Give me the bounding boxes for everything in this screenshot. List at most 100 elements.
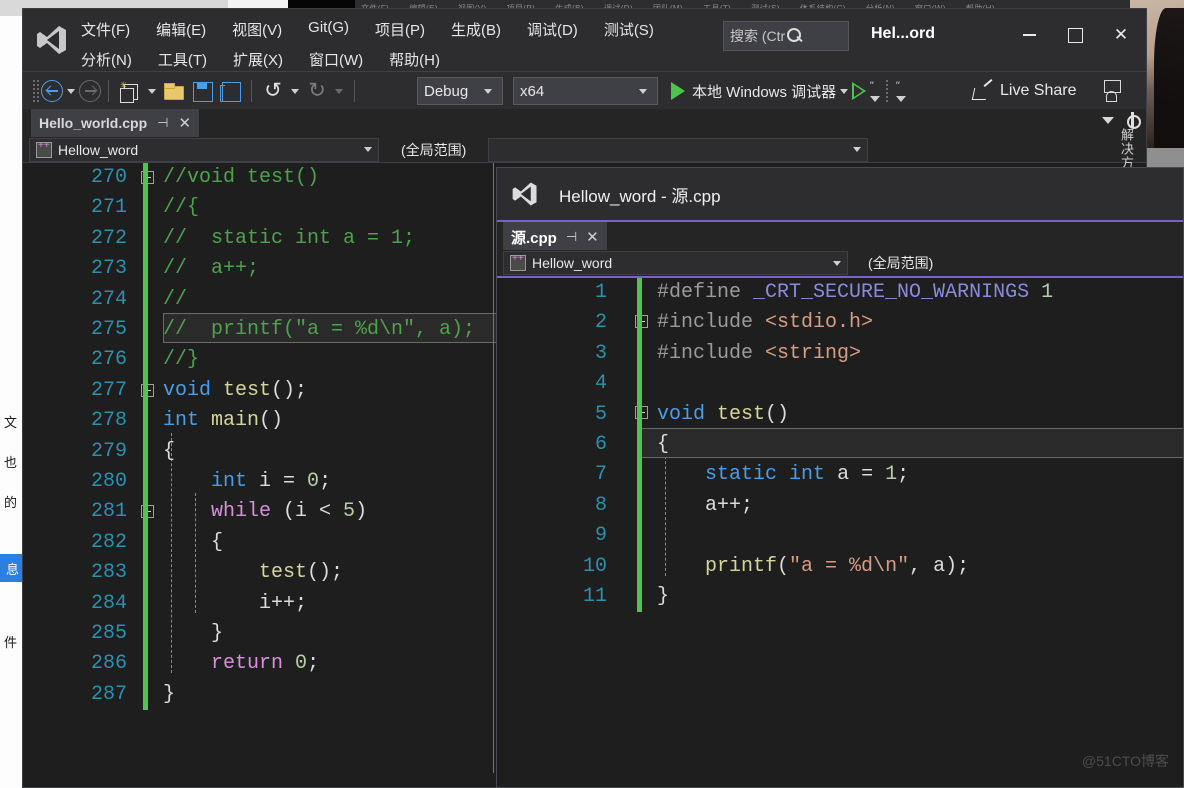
close-icon[interactable]: ✕ — [178, 114, 191, 132]
change-bar — [143, 436, 148, 467]
code-line[interactable]: 3 #include <string> — [497, 338, 1183, 370]
maximize-button[interactable] — [1052, 15, 1098, 55]
start-debug-label[interactable]: 本地 Windows 调试器 — [692, 81, 836, 102]
save-icon[interactable] — [190, 79, 214, 103]
code-line[interactable]: 5 void test() — [497, 399, 1183, 430]
send-feedback-icon[interactable] — [1101, 80, 1123, 102]
code-text: a++; — [657, 493, 754, 517]
menu-test[interactable]: 测试(S) — [604, 19, 654, 40]
code-line[interactable]: 11} — [497, 582, 1183, 613]
code-line[interactable]: 4 — [497, 369, 1183, 400]
menu-view[interactable]: 视图(V) — [232, 19, 282, 40]
menu-build[interactable]: 生成(B) — [451, 19, 501, 40]
open-file-icon[interactable] — [162, 79, 186, 103]
code-text: //{ — [163, 196, 200, 220]
menu-tools[interactable]: 工具(T) — [158, 49, 207, 70]
menu-project[interactable]: 项目(P) — [375, 19, 425, 40]
change-bar — [143, 254, 148, 285]
play-outline-icon[interactable] — [852, 82, 867, 100]
line-number: 286 — [90, 652, 127, 676]
search-placeholder: 搜索 (Ctrl... — [730, 28, 786, 44]
menu-help[interactable]: 帮助(H) — [389, 49, 440, 70]
minimize-button[interactable] — [1006, 15, 1052, 55]
step-out-icon[interactable]: " — [893, 79, 909, 103]
code-line[interactable]: 1 #define _CRT_SECURE_NO_WARNINGS 1 — [497, 278, 1183, 309]
chevron-down-icon[interactable] — [1102, 116, 1114, 124]
change-bar — [143, 619, 148, 650]
member-scope-select[interactable] — [488, 137, 869, 162]
editor-tab-strip: Hello_world.cpp ⊣ ✕ — [23, 109, 1146, 137]
tab-hello-world-cpp[interactable]: Hello_world.cpp ⊣ ✕ — [31, 109, 200, 137]
floating-document-window: Hellow_word - 源.cpp 源.cpp ⊣ ✕ Hellow_wor… — [496, 167, 1184, 788]
change-bar — [143, 345, 148, 376]
save-all-icon[interactable] — [218, 79, 242, 103]
menu-file[interactable]: 文件(F) — [81, 19, 130, 40]
code-line[interactable]: 10 printf("a = %d\n", a); — [497, 551, 1183, 582]
menu-bar-row-2: 分析(N) 工具(T) 扩展(X) 窗口(W) 帮助(H) — [81, 49, 440, 70]
line-number: 272 — [90, 226, 127, 250]
pin-icon[interactable]: ⊣ — [157, 115, 168, 131]
code-line[interactable]: 8 a++; — [497, 490, 1183, 522]
navigate-forward-icon[interactable] — [79, 80, 101, 102]
code-text: // static int a = 1; — [163, 226, 416, 250]
navigate-back-icon[interactable] — [41, 80, 63, 102]
undo-dropdown-icon[interactable] — [291, 88, 299, 94]
step-into-icon[interactable]: " — [867, 79, 883, 103]
start-debug-dropdown-icon[interactable] — [840, 88, 849, 94]
live-share-label: Live Share — [1000, 82, 1077, 99]
project-name: Hellow_word — [532, 255, 613, 271]
menu-git[interactable]: Git(G) — [308, 19, 349, 40]
navigate-back-dropdown-icon[interactable] — [67, 88, 75, 94]
pin-icon[interactable]: ⊣ — [566, 229, 577, 245]
code-line[interactable]: 2 #include <stdio.h> — [497, 308, 1183, 339]
line-number: 2 — [594, 311, 607, 335]
tab-source-cpp[interactable]: 源.cpp ⊣ ✕ — [503, 222, 607, 252]
project-scope-select[interactable]: Hellow_word — [29, 137, 379, 162]
line-number: 277 — [90, 378, 127, 402]
platform-select[interactable]: x64 — [513, 77, 658, 105]
menu-edit[interactable]: 编辑(E) — [156, 19, 206, 40]
menu-extensions[interactable]: 扩展(X) — [233, 49, 283, 70]
change-bar — [637, 399, 642, 430]
redo-icon[interactable]: ↻ — [305, 79, 329, 103]
gear-icon[interactable] — [1124, 112, 1141, 129]
new-project-icon[interactable]: ✳ — [118, 79, 142, 103]
menu-window[interactable]: 窗口(W) — [309, 49, 363, 70]
menu-bar-row-1: 文件(F) 编辑(E) 视图(V) Git(G) 项目(P) 生成(B) 调试(… — [81, 19, 654, 40]
new-project-dropdown-icon[interactable] — [148, 88, 156, 94]
code-line[interactable]: 7 static int a = 1; — [497, 460, 1183, 491]
live-share-button[interactable]: Live Share — [973, 82, 1077, 100]
code-line[interactable]: 9 — [497, 521, 1183, 552]
platform-value: x64 — [520, 82, 545, 100]
change-bar — [637, 521, 642, 552]
menu-analyze[interactable]: 分析(N) — [81, 49, 132, 70]
code-text: { — [657, 433, 670, 456]
code-editor-floating[interactable]: 1 #define _CRT_SECURE_NO_WARNINGS 1 2 #incl… — [497, 278, 1183, 787]
close-button[interactable]: ✕ — [1098, 15, 1144, 55]
line-number: 6 — [594, 433, 607, 456]
line-number: 274 — [90, 287, 127, 311]
line-number: 3 — [594, 341, 607, 365]
line-number: 270 — [90, 166, 127, 189]
project-scope-select[interactable]: Hellow_word — [503, 251, 848, 275]
line-number: 279 — [90, 439, 127, 463]
toolbar-separator — [108, 80, 109, 102]
code-line[interactable]: 6{ — [497, 430, 1183, 461]
line-number: 4 — [594, 372, 607, 396]
change-bar — [143, 558, 148, 589]
floating-navigation-bar: Hellow_word (全局范围) — [497, 250, 1183, 278]
toolbar-grip[interactable] — [31, 80, 41, 102]
change-bar — [143, 649, 148, 680]
configuration-select[interactable]: Debug — [417, 77, 503, 105]
redo-dropdown-icon[interactable] — [335, 88, 343, 94]
toolbar-grip[interactable] — [883, 80, 894, 102]
line-number: 273 — [90, 257, 127, 281]
close-icon[interactable]: ✕ — [586, 228, 599, 246]
menu-debug[interactable]: 调试(D) — [527, 19, 578, 40]
change-bar — [143, 284, 148, 315]
undo-icon[interactable]: ↺ — [261, 79, 285, 103]
code-text: } — [163, 622, 224, 645]
change-bar — [637, 308, 642, 339]
search-input[interactable]: 搜索 (Ctrl... — [723, 21, 849, 51]
play-icon[interactable] — [671, 82, 685, 100]
